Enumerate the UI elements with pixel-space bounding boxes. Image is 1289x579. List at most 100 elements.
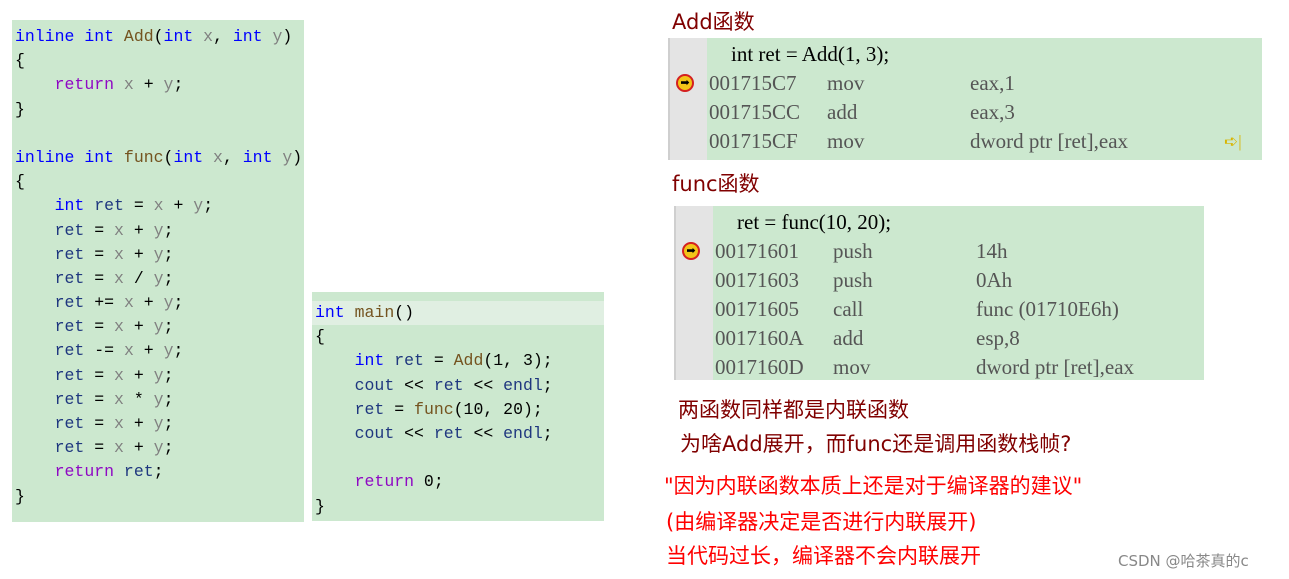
code-token: = <box>84 220 115 240</box>
asm-op: add <box>833 326 864 350</box>
code-token: inline <box>15 147 85 167</box>
asm-args: eax,1 <box>970 71 1015 95</box>
code-token: ret <box>54 414 85 433</box>
code-token: y <box>153 317 164 337</box>
code-token: ret <box>94 196 124 216</box>
code-token: ( <box>163 147 174 167</box>
code-token: int <box>354 351 395 371</box>
code-token: + <box>133 75 164 95</box>
code-token: { <box>15 172 25 192</box>
code-token: Add <box>453 351 484 371</box>
code-token: cout <box>354 423 395 443</box>
code-token: ret <box>54 293 85 313</box>
code-line: cout << ret << endl; <box>312 422 604 446</box>
code-line: int ret = Add(1, 3); <box>312 349 604 373</box>
code-token: ret <box>433 423 464 443</box>
code-token: + <box>123 244 154 264</box>
code-token: x <box>114 414 124 433</box>
code-token: x <box>114 244 124 264</box>
code-token: x <box>213 147 223 167</box>
code-token: ; <box>163 438 174 458</box>
code-token: (10, 20); <box>453 399 543 419</box>
code-token: ret <box>433 375 464 395</box>
code-token: y <box>153 414 164 433</box>
code-token: Add <box>123 27 154 46</box>
code-line: ret = x + y; <box>12 243 304 267</box>
code-token: ; <box>163 389 174 409</box>
current-instruction-arrow-icon: ➡ <box>676 74 694 92</box>
code-token: x <box>123 293 134 313</box>
code-line: int main() <box>312 301 604 326</box>
code-token: y <box>282 147 293 167</box>
code-line: ret -= x + y; <box>12 339 304 363</box>
code-token: { <box>15 51 25 71</box>
asm-op: push <box>833 268 873 292</box>
code-token: int <box>54 196 95 216</box>
code-token: y <box>153 220 164 240</box>
asm-args: 14h <box>976 239 1008 263</box>
run-to-cursor-icon[interactable]: ➪| <box>1224 127 1242 156</box>
code-token: func <box>414 399 454 419</box>
code-line: ret = x + y; <box>12 412 304 436</box>
code-token: + <box>123 365 154 385</box>
code-line: int ret = x + y; <box>12 194 304 218</box>
code-line: ret = func(10, 20); <box>312 398 604 422</box>
code-token: y <box>193 196 204 216</box>
code-token: x <box>114 389 124 409</box>
code-token: y <box>163 293 174 313</box>
asm-args: eax,3 <box>970 100 1015 124</box>
func-disassembly: ret = func(10, 20); 00171601 push 14h ➡ 00171… <box>674 206 1204 380</box>
code-token: ; <box>173 293 184 313</box>
code-token: } <box>315 496 325 516</box>
code-token: ; <box>163 268 174 288</box>
code-token: ret <box>54 220 85 240</box>
code-token: ret <box>54 341 85 361</box>
code-token: (1, 3); <box>483 351 553 371</box>
code-token: * <box>123 389 154 409</box>
code-line: return x + y; <box>12 73 304 97</box>
code-token: ret <box>54 389 85 409</box>
code-token: } <box>15 99 25 119</box>
code-token: , <box>213 27 233 46</box>
code-token: << <box>463 375 504 395</box>
code-token: ; <box>163 220 174 240</box>
code-token: x <box>114 438 124 458</box>
code-token: << <box>394 423 434 443</box>
asm-args: func (01710E6h) <box>976 297 1119 321</box>
code-token: = <box>84 317 115 337</box>
code-line: } <box>312 495 604 519</box>
code-token: y <box>272 27 283 46</box>
code-token: int <box>173 147 214 167</box>
code-token: ; <box>542 375 553 395</box>
answer-line-2: (由编译器决定是否进行内联展开) <box>666 510 977 534</box>
code-token: + <box>123 317 154 337</box>
code-line: ret = x + y; <box>12 436 304 460</box>
asm-addr: 0017160A <box>715 326 804 350</box>
code-token: y <box>163 341 174 361</box>
asm-args: dword ptr [ret],eax <box>970 129 1129 153</box>
asm-addr: 001715CC <box>709 100 801 124</box>
code-token: = <box>84 365 115 385</box>
code-token: ret <box>54 365 85 385</box>
code-token: , <box>222 147 243 167</box>
code-token: ( <box>153 27 164 46</box>
code-token: << <box>394 375 434 395</box>
code-token: ret <box>354 399 385 419</box>
asm-args: esp,8 <box>976 326 1020 350</box>
code-token: y <box>153 438 164 458</box>
code-token: endl <box>503 423 543 443</box>
code-token: endl <box>503 375 543 395</box>
asm-args: 0Ah <box>976 268 1013 292</box>
code-token: 0; <box>423 472 444 492</box>
